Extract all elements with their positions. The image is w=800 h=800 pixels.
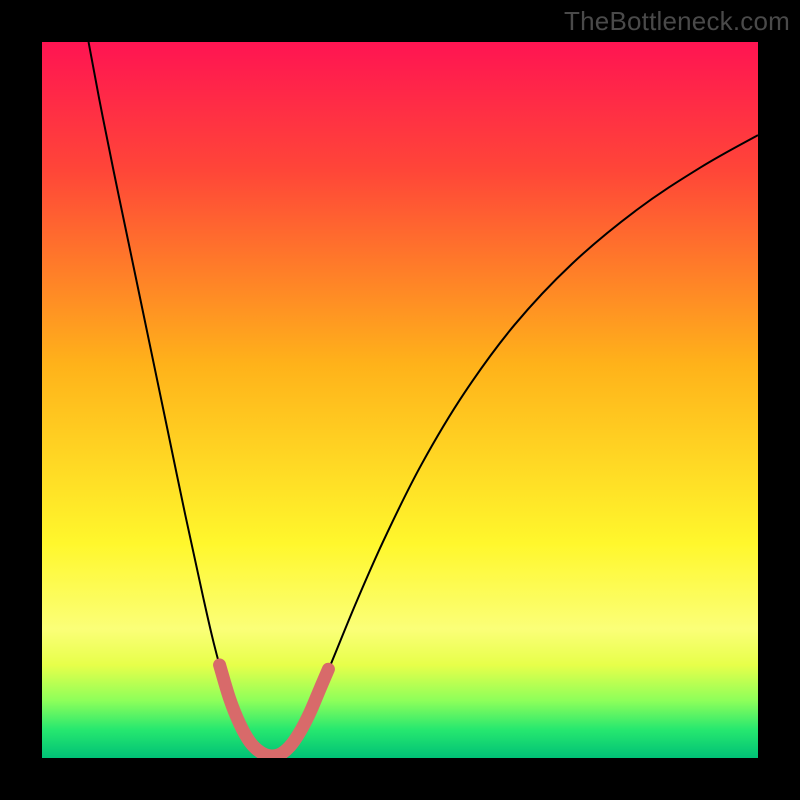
plot-background — [42, 42, 758, 758]
chart-frame: TheBottleneck.com — [0, 0, 800, 800]
bottleneck-chart — [0, 0, 800, 800]
watermark-text: TheBottleneck.com — [564, 6, 790, 37]
